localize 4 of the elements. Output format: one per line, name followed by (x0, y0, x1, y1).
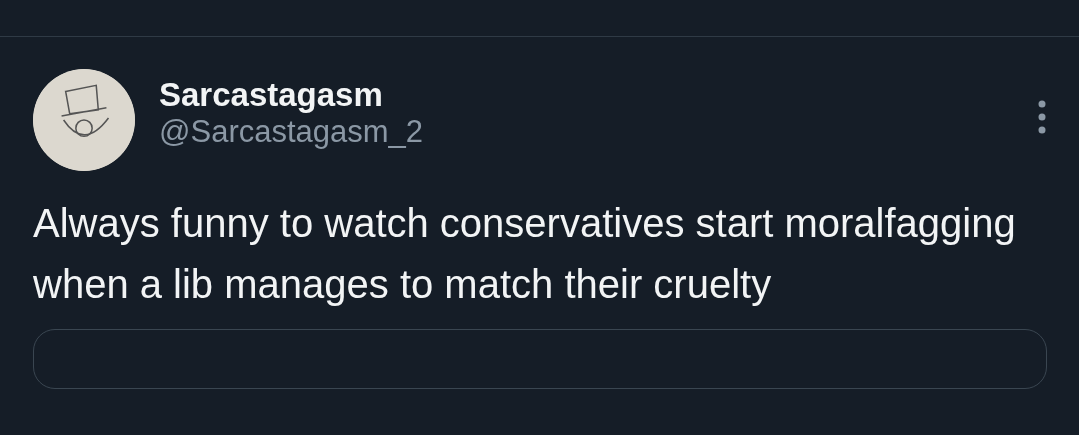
tweet-text: Always funny to watch conservatives start moralfagging when a lib manages to match their cruelty (33, 200, 1017, 308)
author-name[interactable]: Sarcastagasm (159, 77, 1037, 114)
more-options-icon[interactable] (1037, 99, 1047, 135)
author-handle[interactable]: @Sarcastagasm_2 (159, 113, 1037, 151)
